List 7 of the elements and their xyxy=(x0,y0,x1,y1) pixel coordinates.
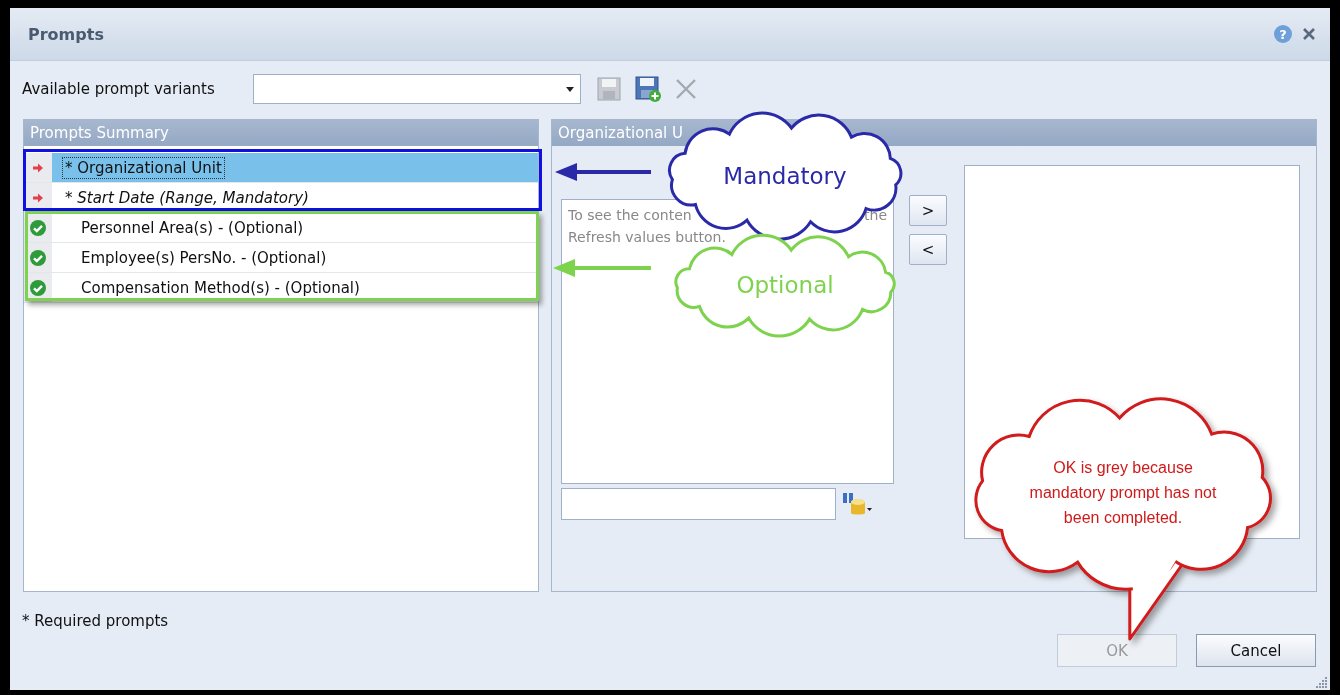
hint-text: Refresh values button. xyxy=(568,229,726,245)
callout-text: OK is grey because mandatory prompt has not been completed. xyxy=(1028,457,1218,528)
window-title: Prompts xyxy=(28,24,105,44)
hint-text: To see the conten xyxy=(568,206,692,225)
field-label: Available prompt variants xyxy=(22,80,216,98)
panel-header: Prompts Summary xyxy=(24,120,538,146)
footnote: * Required prompts xyxy=(22,612,169,632)
